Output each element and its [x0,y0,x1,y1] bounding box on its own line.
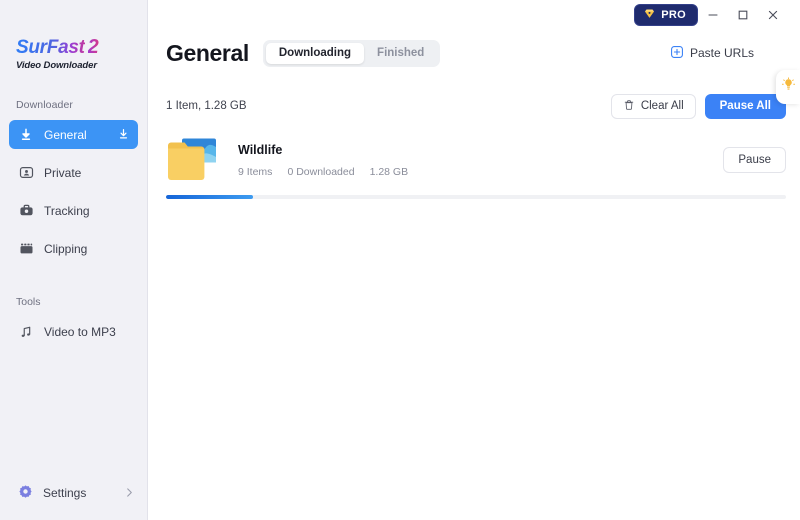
tab-bar: Downloading Finished [262,39,441,67]
sidebar-item-label: Private [44,165,82,180]
lightbulb-icon [781,77,796,97]
sidebar-item-private[interactable]: Private [9,158,138,187]
tracking-camera-icon [18,203,34,219]
page-header: General Downloading Finished Paste URLs [148,32,800,104]
paste-urls-button[interactable]: Paste URLs [670,42,754,64]
download-to-line-icon [116,128,130,142]
sidebar-item-settings[interactable]: Settings [0,478,148,508]
toolbar-actions: Clear All Pause All [610,93,786,119]
sidebar-section-tools: Tools [16,296,41,308]
list-toolbar: 1 Item, 1.28 GB Clear All Pause All [148,92,800,120]
title-bar: PRO [148,0,800,30]
sidebar-item-video-to-mp3[interactable]: Video to MP3 [9,317,138,346]
download-item-meta: 9 Items 0 Downloaded 1.28 GB [238,166,711,178]
tip-panel-toggle[interactable] [776,70,800,104]
clear-all-label: Clear All [640,100,684,112]
clipping-film-icon [18,241,34,257]
download-item-title: Wildlife [238,142,283,157]
pro-upgrade-button[interactable]: PRO [634,4,698,26]
clear-all-button[interactable]: Clear All [610,93,696,119]
gear-icon [18,484,33,502]
items-count-text: 9 Items [238,165,273,178]
download-item-info: Wildlife 9 Items 0 Downloaded 1.28 GB [238,143,711,178]
tab-downloading[interactable]: Downloading [265,42,365,64]
sidebar-item-clipping[interactable]: Clipping [9,234,138,263]
logo-name: SurFast [16,37,85,58]
logo-subtitle: Video Downloader [16,60,97,71]
download-progress-fill [166,195,253,199]
download-list: Wildlife 9 Items 0 Downloaded 1.28 GB Pa… [148,130,800,199]
pause-all-button[interactable]: Pause All [704,93,786,119]
paste-urls-label: Paste URLs [689,46,754,60]
trash-icon [623,99,635,114]
sidebar-item-general[interactable]: General [9,120,138,149]
download-arrow-icon [18,127,34,143]
tab-finished[interactable]: Finished [364,43,437,64]
logo-version: 2 [87,36,99,58]
downloaded-count-text: 0 Downloaded [287,165,355,178]
file-size-text: 1.28 GB [369,165,409,178]
sidebar: SurFast 2 Video Downloader Downloader Gen… [0,0,148,520]
app-logo: SurFast 2 Video Downloader [0,0,147,71]
crown-gem-icon [643,7,656,23]
sidebar-item-label: Clipping [44,241,88,256]
sidebar-section-downloader: Downloader [16,99,74,111]
item-count-text: 1 Item, 1.28 GB [166,100,247,112]
download-progress-bar [166,195,786,199]
main-content: PRO General Downloading Finished Paste U… [148,0,800,520]
list-item[interactable]: Wildlife 9 Items 0 Downloaded 1.28 GB Pa… [166,130,786,199]
sidebar-item-label: Tracking [44,203,90,218]
sidebar-item-label: Video to MP3 [44,324,116,339]
maximize-icon[interactable] [728,2,758,28]
sidebar-item-label: General [44,127,87,142]
app-window: SurFast 2 Video Downloader Downloader Gen… [0,0,800,520]
plus-square-icon [670,45,684,62]
page-title: General [166,39,249,66]
pause-item-button[interactable]: Pause [723,147,786,173]
folder-image-icon [166,136,224,184]
pro-label: PRO [661,9,686,21]
download-item-row: Wildlife 9 Items 0 Downloaded 1.28 GB Pa… [166,130,786,184]
sidebar-item-tracking[interactable]: Tracking [9,196,138,225]
minimize-icon[interactable] [698,2,728,28]
music-note-icon [18,324,34,340]
chevron-right-icon [125,487,134,500]
sidebar-item-label: Settings [43,486,87,500]
close-icon[interactable] [758,2,788,28]
private-user-icon [18,165,34,181]
